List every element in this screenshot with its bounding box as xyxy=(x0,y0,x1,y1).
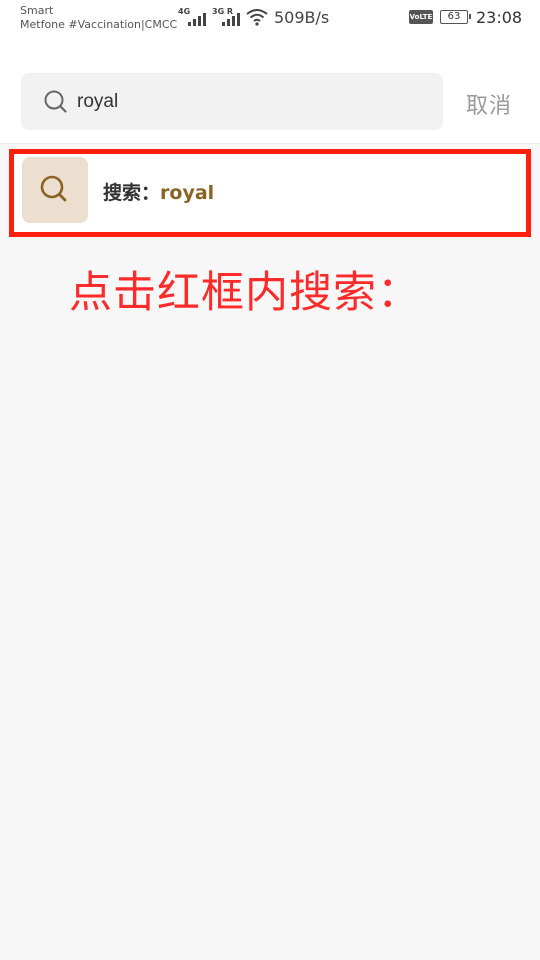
signal-4g-icon: 4G xyxy=(178,8,206,28)
search-header: 取消 xyxy=(0,44,540,144)
network-speed: 509B/s xyxy=(274,8,330,27)
carrier-line-2: Metfone #Vaccination|CMCC xyxy=(20,18,178,31)
clock: 23:08 xyxy=(476,8,523,27)
battery-icon: 63 xyxy=(440,10,471,24)
annotation-text: 点击红框内搜索： xyxy=(69,268,421,318)
status-bar: Smart Metfone #Vaccination|CMCC 4G 3G R … xyxy=(0,0,540,44)
page: Smart Metfone #Vaccination|CMCC 4G 3G R … xyxy=(0,0,540,960)
search-input[interactable] xyxy=(77,87,417,117)
search-box[interactable] xyxy=(21,73,443,130)
search-suggestion-item[interactable]: 搜索：royal xyxy=(12,152,528,232)
suggestion-prefix: 搜索： xyxy=(103,182,161,204)
search-icon xyxy=(44,90,67,113)
signal-3g-icon: 3G R xyxy=(212,8,240,28)
volte-badge: VoLTE xyxy=(409,10,433,24)
header-divider xyxy=(0,143,540,144)
search-icon xyxy=(40,175,67,202)
carrier-line-1: Smart xyxy=(20,4,54,17)
carrier-info: Smart Metfone #Vaccination|CMCC xyxy=(20,4,177,32)
cancel-button[interactable]: 取消 xyxy=(466,88,512,120)
suggestion-icon-box xyxy=(22,157,88,223)
network-icons: 4G 3G R xyxy=(178,6,268,28)
suggestion-label: 搜索：royal xyxy=(103,178,214,205)
suggestion-query: royal xyxy=(160,182,215,204)
wifi-icon xyxy=(246,9,268,26)
